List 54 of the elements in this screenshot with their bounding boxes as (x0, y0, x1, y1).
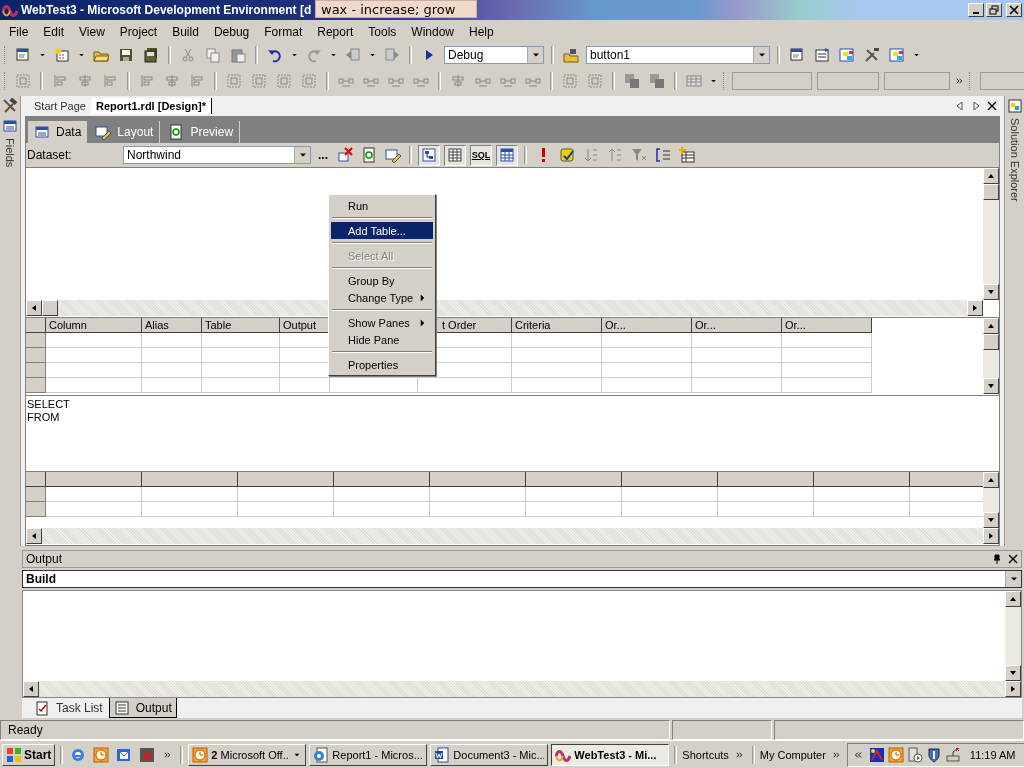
column-header: Or... (692, 318, 782, 334)
designer-tab[interactable]: Layout (89, 121, 161, 144)
menu-item[interactable]: Properties (331, 356, 433, 373)
sql-text[interactable]: SELECT FROM (26, 396, 999, 471)
object-dropdown[interactable]: button1 (586, 46, 770, 65)
document-tab[interactable]: Report1.rdl [Design]* (91, 98, 212, 115)
browse-button[interactable]: ... (315, 148, 331, 163)
panel-title: Output (25, 552, 64, 567)
menu-item[interactable]: Edit (37, 24, 71, 39)
menu-item[interactable]: Help (463, 24, 500, 39)
taskbar-button[interactable]: WebTest3 - Mi... (551, 743, 670, 766)
sql-pane-button[interactable]: SQL (470, 144, 492, 166)
column-header: Alias (142, 318, 202, 334)
menu-item[interactable]: Project (113, 24, 164, 39)
menu-item[interactable]: View (73, 24, 111, 39)
column-header: Column (46, 318, 142, 334)
fields-tab[interactable]: Fields (4, 138, 16, 168)
menu-item[interactable]: Format (258, 24, 309, 39)
menu-item[interactable]: Group By (331, 272, 433, 289)
designer-tab[interactable]: Data (28, 121, 88, 144)
column-header: Or... (602, 318, 692, 334)
column-header: Or... (782, 318, 872, 334)
menu-item[interactable]: Hide Pane (331, 331, 433, 348)
configuration-dropdown[interactable]: Debug (444, 46, 544, 65)
output-source-dropdown[interactable]: Build (22, 570, 1022, 589)
menu-item[interactable]: Add Table... (331, 222, 433, 239)
menu-item[interactable]: Window (405, 24, 460, 39)
status-text: Ready (0, 720, 670, 741)
toolbar-label[interactable]: My Computer (759, 748, 826, 761)
taskbar-button[interactable]: Document3 - Mic... (430, 743, 549, 766)
designer-tab[interactable]: Preview (162, 121, 241, 144)
taskbar-button[interactable]: Report1 - Micros... (309, 743, 428, 766)
menu-item[interactable]: Tools (362, 24, 403, 39)
menu-item[interactable]: Report (311, 24, 360, 39)
dictionary-tooltip: wax - increase; grow (315, 0, 477, 18)
column-header: Output (280, 318, 330, 334)
panel-tab[interactable]: Task List (30, 698, 107, 719)
window-title: WebTest3 - Microsoft Development Environment [d (21, 2, 312, 17)
clock: 11:19 AM (969, 748, 1016, 761)
menu-item[interactable]: Build (166, 24, 205, 39)
taskbar-button[interactable]: 2 Microsoft Off... (188, 743, 307, 766)
dataset-label: Dataset: (27, 148, 73, 163)
panel-tab[interactable]: Output (108, 698, 177, 719)
column-header: Criteria (512, 318, 602, 334)
start-button[interactable]: Start (2, 743, 56, 766)
menu-item[interactable]: Change Type (331, 289, 433, 306)
menu-item[interactable]: File (3, 24, 35, 39)
menu-item[interactable]: Debug (207, 24, 256, 39)
menu-item[interactable]: Run (331, 197, 433, 214)
column-header: Table (202, 318, 280, 334)
document-tab[interactable]: Start Page (29, 98, 91, 115)
solution-explorer-tab[interactable]: Solution Explorer (1008, 118, 1021, 202)
dataset-dropdown[interactable]: Northwind (123, 146, 311, 165)
toolbar-label[interactable]: Shortcuts (682, 748, 729, 761)
